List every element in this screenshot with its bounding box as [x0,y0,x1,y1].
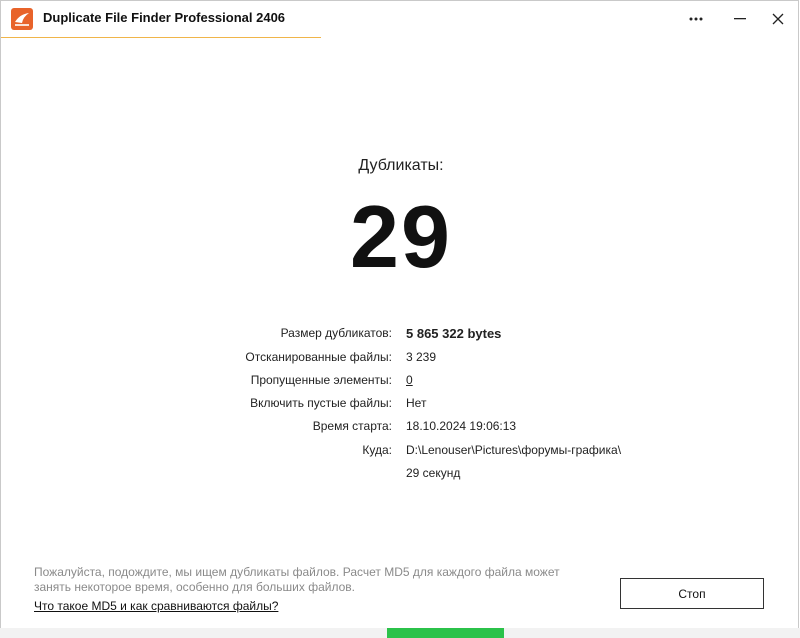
info-label: Размер дубликатов: [280,326,392,340]
info-label: Отсканированные файлы: [245,350,392,364]
info-label: Включить пустые файлы: [250,396,392,410]
info-row-skipped-items: Пропущенные элементы: 0 [1,373,800,391]
info-value: 18.10.2024 19:06:13 [406,419,517,433]
duplicates-count: 29 [350,187,452,286]
status-message: Пожалуйста, подождите, мы ищем дубликаты… [34,565,560,594]
info-label: Время старта: [312,419,392,433]
info-label: Куда: [362,443,392,457]
info-row-elapsed: 29 секунд [1,466,800,484]
info-value: 3 239 [406,350,437,364]
info-value: Нет [406,396,427,410]
app-window: Duplicate File Finder Professional 2406 … [0,0,799,637]
info-row-duplicates-size: Размер дубликатов: 5 865 322 bytes [1,326,800,344]
title-bar: Duplicate File Finder Professional 2406 [1,1,798,39]
more-dots-icon[interactable] [683,7,709,31]
progress-bar [0,628,800,638]
duplicates-label: Дубликаты: [358,157,444,174]
md5-help-link[interactable]: Что такое MD5 и как сравниваются файлы? [34,599,278,613]
info-row-start-time: Время старта: 18.10.2024 19:06:13 [1,419,800,437]
title-accent-line [1,37,321,38]
info-row-location: Куда: D:\Lenouser\Pictures\форумы-график… [1,443,800,461]
skipped-items-link[interactable]: 0 [406,373,413,387]
stop-button[interactable]: Стоп [620,578,764,609]
info-row-include-empty: Включить пустые файлы: Нет [1,396,800,414]
minimize-icon[interactable] [727,7,753,31]
app-logo-icon [11,8,33,30]
info-value: 5 865 322 bytes [406,326,502,341]
elapsed-time: 29 секунд [406,466,461,480]
progress-indicator [387,628,504,638]
info-label: Пропущенные элементы: [250,373,392,387]
close-icon[interactable] [765,7,791,31]
window-title: Duplicate File Finder Professional 2406 [43,10,286,25]
info-row-scanned-files: Отсканированные файлы: 3 239 [1,350,800,368]
info-value: D:\Lenouser\Pictures\форумы-графика\ [406,443,622,457]
